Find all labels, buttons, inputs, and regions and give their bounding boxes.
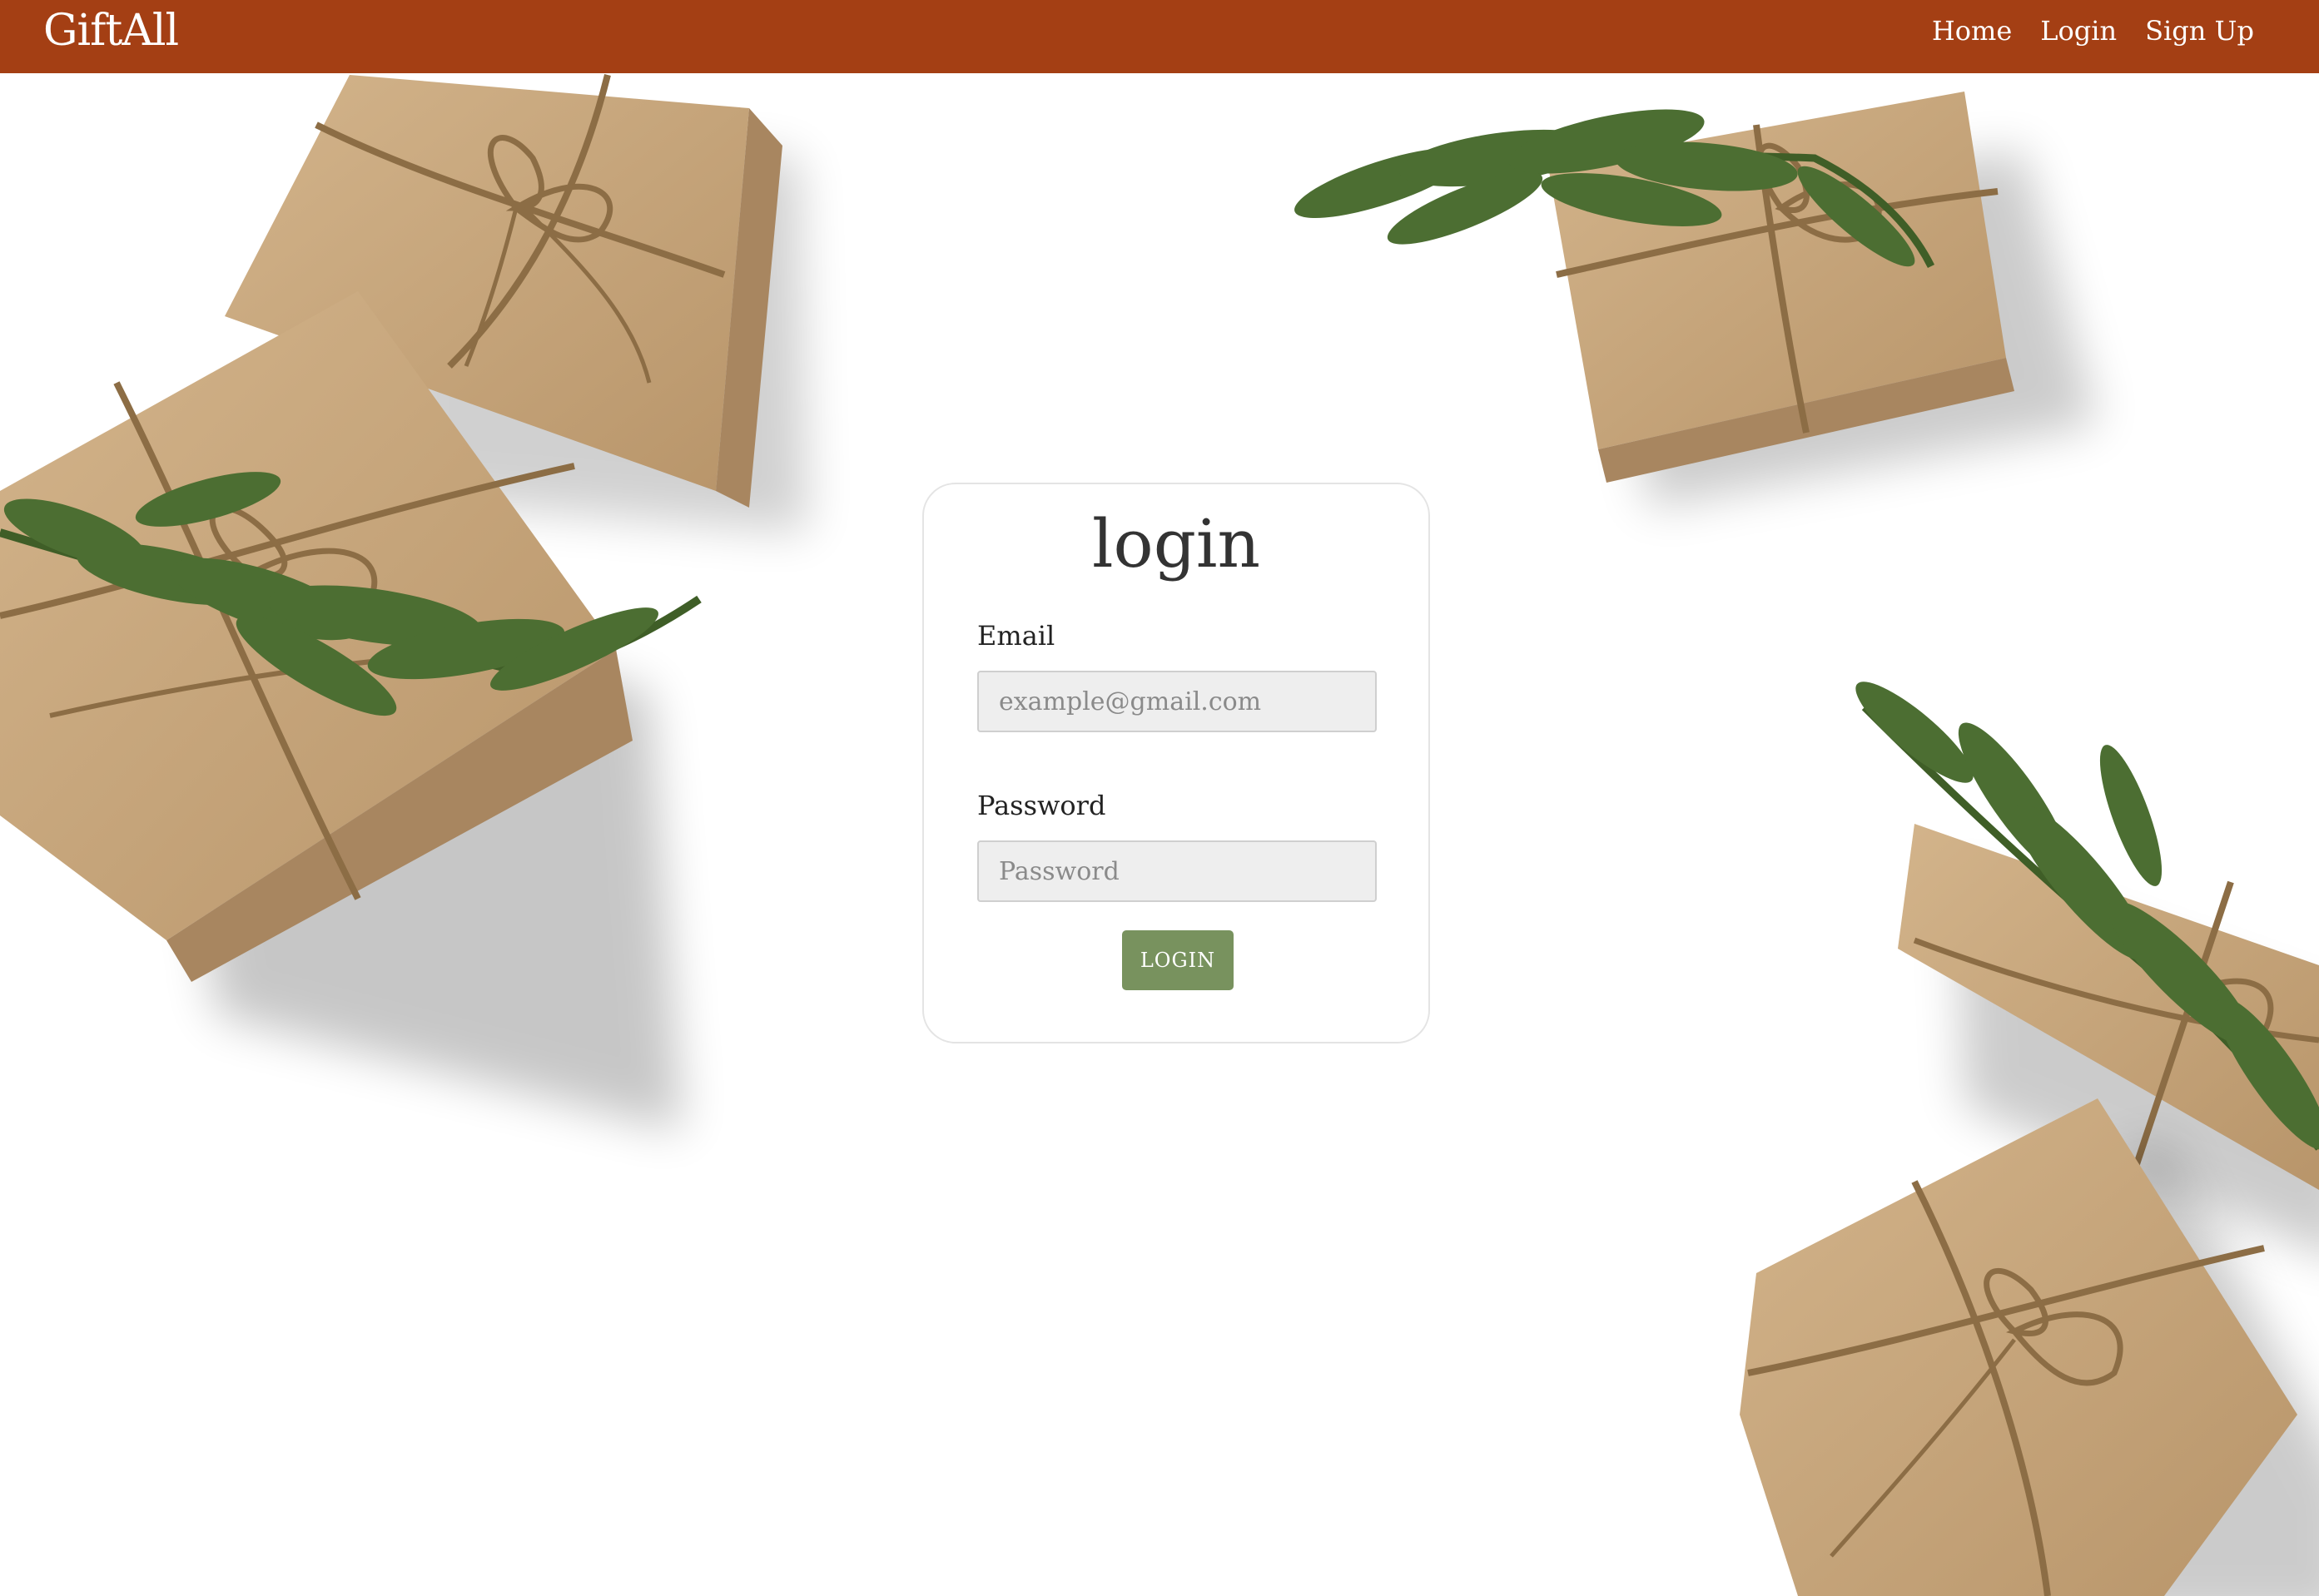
email-input[interactable] (977, 671, 1377, 732)
gift-box-right-middle (1855, 682, 2319, 1252)
login-button[interactable]: LOGIN (1122, 930, 1234, 990)
page: GiftAll Home Login Sign Up login Email e… (0, 0, 2319, 1596)
gift-box-left (0, 291, 702, 1132)
nav-link-home[interactable]: Home (1932, 12, 2012, 50)
gift-box-top-right (1294, 92, 2098, 508)
nav-link-signup[interactable]: Sign Up (2145, 12, 2254, 50)
login-card: login Email Password LOGIN (922, 483, 1430, 1043)
navbar: GiftAll Home Login Sign Up (0, 0, 2319, 73)
nav-link-login[interactable]: Login (2040, 12, 2117, 50)
password-input[interactable] (977, 840, 1377, 902)
login-title: login (1091, 505, 1261, 582)
email-label: Email (977, 620, 1055, 652)
brand-logo[interactable]: GiftAll (43, 3, 179, 58)
gift-box-top-left (225, 74, 807, 533)
gift-box-bottom-right (1740, 1098, 2319, 1596)
password-label: Password (977, 790, 1106, 821)
nav-links: Home Login Sign Up (1932, 12, 2254, 50)
